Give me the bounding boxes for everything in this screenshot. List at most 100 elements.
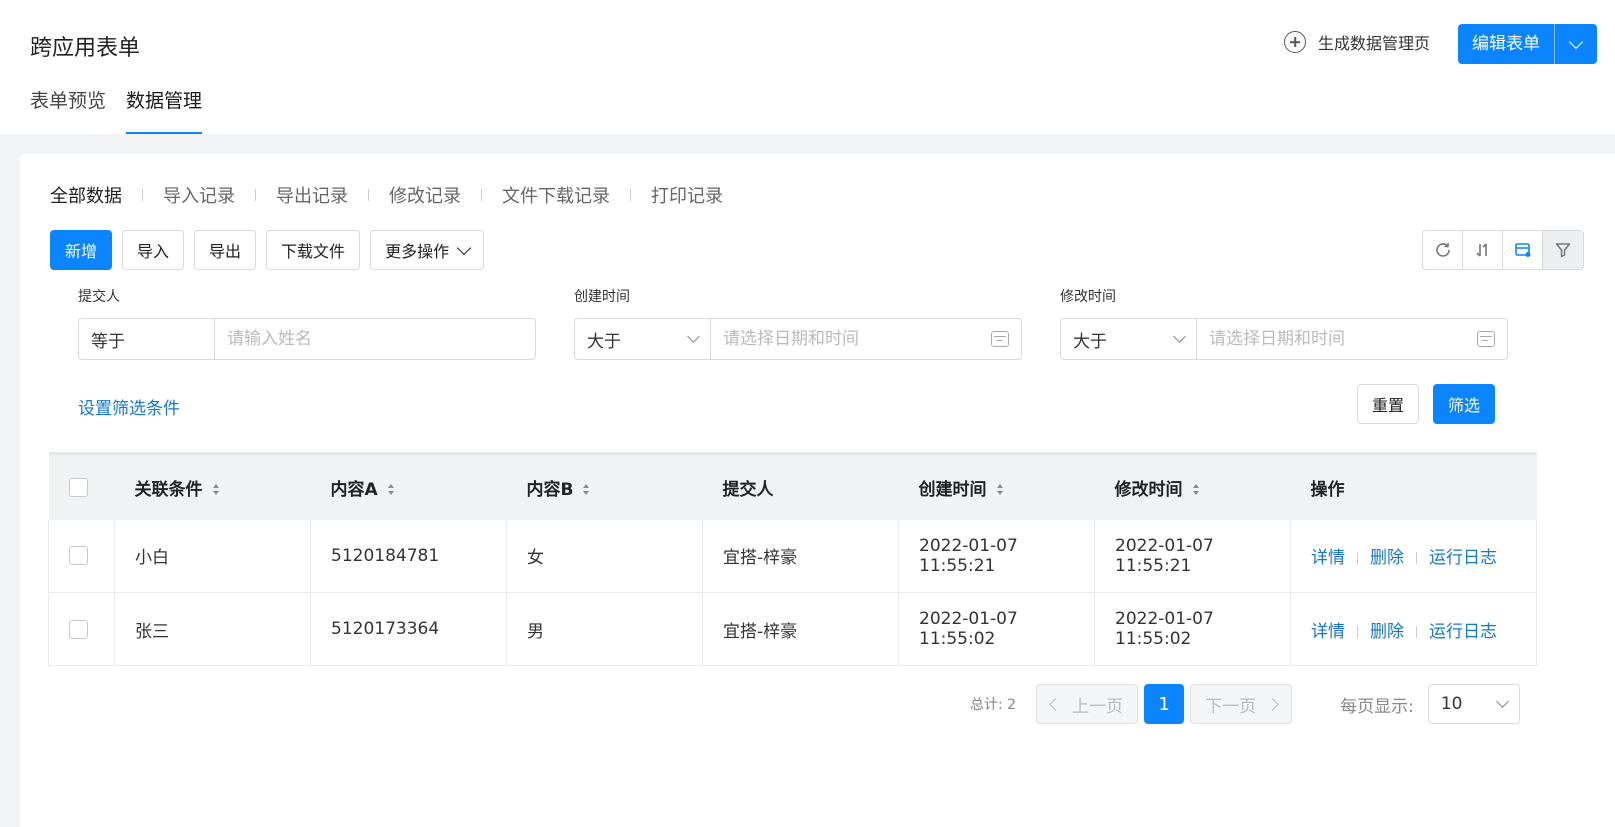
- column-header[interactable]: 修改时间: [1094, 452, 1291, 520]
- sort-icon[interactable]: [212, 484, 219, 496]
- divider: [1357, 552, 1358, 565]
- add-button[interactable]: 新增: [50, 230, 113, 270]
- total-count: 总计: 2: [970, 697, 1017, 713]
- tab-data-management[interactable]: 数据管理: [126, 84, 203, 134]
- plus-circle-icon: [1284, 31, 1306, 53]
- per-page-select[interactable]: 10: [1427, 684, 1520, 724]
- refresh-icon[interactable]: [1423, 231, 1463, 269]
- sort-icon[interactable]: [1192, 484, 1199, 496]
- column-header[interactable]: 创建时间: [898, 452, 1095, 520]
- set-filter-conditions-link[interactable]: 设置筛选条件: [78, 394, 180, 419]
- subtab-import-records[interactable]: 导入记录: [163, 182, 235, 208]
- edit-form-dropdown[interactable]: [1555, 24, 1597, 64]
- data-card: 全部数据 导入记录 导出记录 修改记录 文件下载记录 打印记录 新增 导入 导出…: [20, 154, 1615, 827]
- sort-icon[interactable]: [387, 484, 394, 496]
- cell-content-b: 男: [506, 592, 703, 666]
- table-row: 小白 5120184781 女 宜搭-梓豪 2022-01-07 11:55:2…: [48, 519, 1537, 593]
- column-header: 操作: [1290, 452, 1537, 520]
- subtab-modify-records[interactable]: 修改记录: [389, 182, 461, 208]
- edit-form-split-button[interactable]: 编辑表单: [1458, 24, 1597, 64]
- row-checkbox[interactable]: [69, 619, 88, 639]
- calendar-icon[interactable]: [1477, 331, 1495, 347]
- run-log-link[interactable]: 运行日志: [1429, 548, 1497, 568]
- divider: [142, 189, 143, 201]
- select-all-cell: [48, 452, 115, 520]
- generate-data-page-label: 生成数据管理页: [1318, 34, 1431, 53]
- subtab-all-data[interactable]: 全部数据: [50, 182, 122, 208]
- cell-cond: 张三: [114, 592, 311, 666]
- app-title: 跨应用表单: [30, 36, 141, 61]
- filter-modified-time: 大于: [1060, 318, 1508, 360]
- run-log-link[interactable]: 运行日志: [1429, 622, 1497, 642]
- divider: [255, 189, 256, 201]
- record-subtabs: 全部数据 导入记录 导出记录 修改记录 文件下载记录 打印记录: [50, 182, 723, 208]
- filter-created-time: 大于: [574, 318, 1022, 360]
- tab-form-preview[interactable]: 表单预览: [30, 84, 106, 134]
- download-files-button[interactable]: 下载文件: [266, 230, 361, 270]
- sort-icon[interactable]: [1463, 231, 1503, 269]
- cell-actions: 详情 删除 运行日志: [1290, 519, 1537, 593]
- cell-submitter: 宜搭-梓豪: [702, 592, 899, 666]
- subtab-file-download-records[interactable]: 文件下载记录: [502, 182, 610, 208]
- operator-select[interactable]: 大于: [1061, 319, 1197, 359]
- column-header[interactable]: 内容B: [506, 452, 703, 520]
- column-header[interactable]: 关联条件: [114, 452, 311, 520]
- filter-button[interactable]: 筛选: [1433, 384, 1496, 424]
- reset-button[interactable]: 重置: [1357, 384, 1420, 424]
- divider: [481, 189, 482, 201]
- select-all-checkbox[interactable]: [68, 477, 88, 497]
- prev-page-button[interactable]: 上一页: [1036, 684, 1139, 724]
- column-settings-icon[interactable]: [1503, 231, 1543, 269]
- chevron-down-icon: [1173, 330, 1186, 343]
- chevron-down-icon: [1495, 695, 1509, 708]
- operator-value: 等于: [91, 331, 125, 352]
- divider: [1416, 552, 1417, 565]
- operator-select[interactable]: 等于: [79, 319, 215, 359]
- filter-submitter: 等于: [78, 318, 536, 360]
- chevron-left-icon: [1049, 697, 1062, 711]
- filter-label-created-time: 创建时间: [574, 289, 630, 305]
- divider: [368, 189, 369, 201]
- cell-created-time: 2022-01-07 11:55:21: [898, 519, 1095, 593]
- divider: [1416, 625, 1417, 638]
- export-button[interactable]: 导出: [194, 230, 257, 270]
- import-button[interactable]: 导入: [122, 230, 185, 270]
- next-page-button[interactable]: 下一页: [1190, 684, 1293, 724]
- filter-icon[interactable]: [1543, 231, 1583, 269]
- divider: [630, 189, 631, 201]
- column-header[interactable]: 内容A: [310, 452, 507, 520]
- details-link[interactable]: 详情: [1311, 548, 1345, 568]
- chevron-right-icon: [1266, 697, 1279, 711]
- prev-page-label: 上一页: [1072, 696, 1124, 717]
- chevron-down-icon: [1568, 34, 1584, 49]
- cell-content-a: 5120173364: [310, 592, 507, 666]
- calendar-icon[interactable]: [991, 331, 1009, 347]
- cell-actions: 详情 删除 运行日志: [1290, 592, 1537, 666]
- submitter-name-input[interactable]: [215, 319, 535, 359]
- generate-data-page-button[interactable]: 生成数据管理页: [1284, 30, 1430, 54]
- details-link[interactable]: 详情: [1311, 622, 1345, 642]
- subtab-print-records[interactable]: 打印记录: [651, 182, 723, 208]
- delete-link[interactable]: 删除: [1370, 622, 1404, 642]
- sort-icon[interactable]: [583, 484, 590, 496]
- filter-label-modified-time: 修改时间: [1060, 289, 1116, 305]
- cell-cond: 小白: [114, 519, 311, 593]
- modified-time-input[interactable]: [1197, 319, 1477, 359]
- chevron-down-icon: [457, 240, 472, 255]
- operator-select[interactable]: 大于: [575, 319, 711, 359]
- sort-icon[interactable]: [996, 484, 1003, 496]
- subtab-export-records[interactable]: 导出记录: [276, 182, 348, 208]
- row-checkbox[interactable]: [69, 546, 88, 566]
- more-actions-button[interactable]: 更多操作: [370, 230, 485, 270]
- created-time-input[interactable]: [711, 319, 991, 359]
- chevron-down-icon: [687, 330, 700, 343]
- cell-modified-time: 2022-01-07 11:55:21: [1094, 519, 1291, 593]
- next-page-label: 下一页: [1205, 696, 1257, 717]
- page-number-current[interactable]: 1: [1144, 684, 1185, 724]
- table-header-row: 关联条件 内容A 内容B 提交人 创建时间 修改时间 操作: [48, 452, 1537, 520]
- delete-link[interactable]: 删除: [1370, 548, 1404, 568]
- edit-form-button[interactable]: 编辑表单: [1458, 24, 1555, 64]
- per-page-value: 10: [1440, 694, 1463, 714]
- operator-value: 大于: [1073, 331, 1107, 352]
- action-toolbar: 新增 导入 导出 下载文件 更多操作: [50, 230, 485, 270]
